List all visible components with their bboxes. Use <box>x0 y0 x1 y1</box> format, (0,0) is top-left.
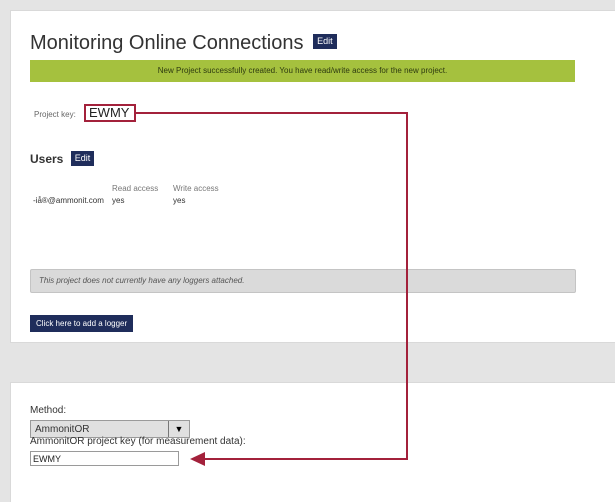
arrow-icon <box>136 112 408 466</box>
